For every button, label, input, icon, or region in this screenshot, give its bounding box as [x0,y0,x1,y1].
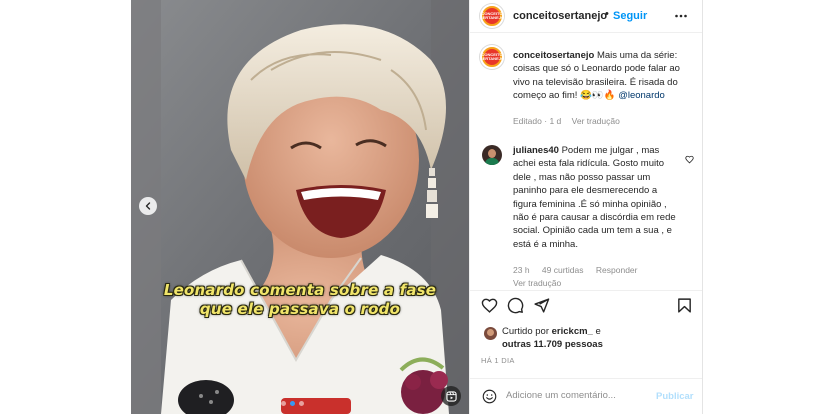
caption-edited-label: Editado [513,116,542,126]
brand-logo-text: CONCEITO SERTANEJO [479,11,505,20]
instagram-post-page: Leonardo comenta sobre a fase que ele pa… [0,0,828,414]
comment-text: Podem me julgar , mas achei esta fala ri… [513,145,676,250]
caption-mention-link[interactable]: @leonardo [618,90,665,101]
liked-by-prefix: Curtido por [502,326,552,337]
comment-input[interactable] [506,390,646,401]
caption-translate-link[interactable]: Ver tradução [572,116,620,126]
comment-reply-button[interactable]: Responder [596,265,638,275]
author-avatar[interactable]: CONCEITO SERTANEJO [480,4,504,28]
brand-logo-text: CONCEITO SERTANEJO [479,52,505,61]
comments-list[interactable]: CONCEITO SERTANEJO conceitosertanejo Mai… [470,34,703,290]
comment: julianes40 Podem me julgar , mas achei e… [513,144,678,251]
caption-author-avatar[interactable]: CONCEITO SERTANEJO [480,45,504,69]
post-modal: Leonardo comenta sobre a fase que ele pa… [131,0,703,414]
brand-logo: CONCEITO SERTANEJO [480,8,504,24]
comment-icon[interactable] [507,297,524,319]
chevron-left-icon[interactable] [139,197,157,215]
comment-likes-count[interactable]: 49 curtidas [542,265,584,275]
video-subtitle-line-2: que ele passava o rodo [199,300,401,318]
caption-username[interactable]: conceitosertanejo [513,50,594,61]
comment-timestamp[interactable]: 23 h [513,265,530,275]
brand-logo: CONCEITO SERTANEJO [480,49,504,65]
more-horizontal-icon[interactable] [674,9,688,28]
emoji-icon[interactable] [482,389,497,409]
liker-username[interactable]: erickcm_ [552,326,593,337]
post-actions [470,290,703,320]
carousel-dot [281,401,286,406]
likes-count-link[interactable]: outras 11.709 pessoas [502,339,603,350]
post-video[interactable]: Leonardo comenta sobre a fase que ele pa… [131,0,469,414]
publish-button[interactable]: Publicar [656,391,694,402]
heart-icon[interactable] [481,297,498,319]
follow-button[interactable]: Seguir [613,10,647,22]
liked-by-middle: e [592,326,601,337]
commenter-avatar[interactable] [482,145,502,165]
liked-by-section: Curtido por erickcm_ e outras 11.709 pes… [470,321,703,351]
heart-icon[interactable] [685,151,694,169]
post-date[interactable]: HÁ 1 DIA [481,356,515,365]
liker-avatar[interactable] [484,327,497,340]
add-comment-bar: Publicar [470,378,703,414]
post-header: CONCEITO SERTANEJO conceitosertanejo • S… [470,0,703,33]
carousel-dot [299,401,304,406]
bookmark-icon[interactable] [676,297,693,319]
carousel-dot-active [290,401,295,406]
carousel-indicator [281,401,304,406]
caption-meta-dot: · [544,116,548,126]
caption-meta: Editado · 1 d Ver tradução [513,116,620,126]
reels-icon[interactable] [441,386,461,406]
comment-meta: 23 h 49 curtidas Responder Ver tradução [513,264,693,290]
comment-username[interactable]: julianes40 [513,145,559,156]
author-username[interactable]: conceitosertanejo [513,10,607,22]
video-subtitle-line-1: Leonardo comenta sobre a fase [163,281,437,299]
liked-by-text: Curtido por erickcm_ e outras 11.709 pes… [502,325,692,351]
video-frame [131,0,469,414]
separator-dot: • [605,8,609,20]
share-icon[interactable] [533,297,550,319]
post-sidebar: CONCEITO SERTANEJO conceitosertanejo • S… [469,0,703,414]
comment-translate-link[interactable]: Ver tradução [513,278,561,288]
caption-timestamp[interactable]: 1 d [549,116,561,126]
post-caption: conceitosertanejo Mais uma da série: coi… [513,49,691,103]
divider [702,0,703,414]
